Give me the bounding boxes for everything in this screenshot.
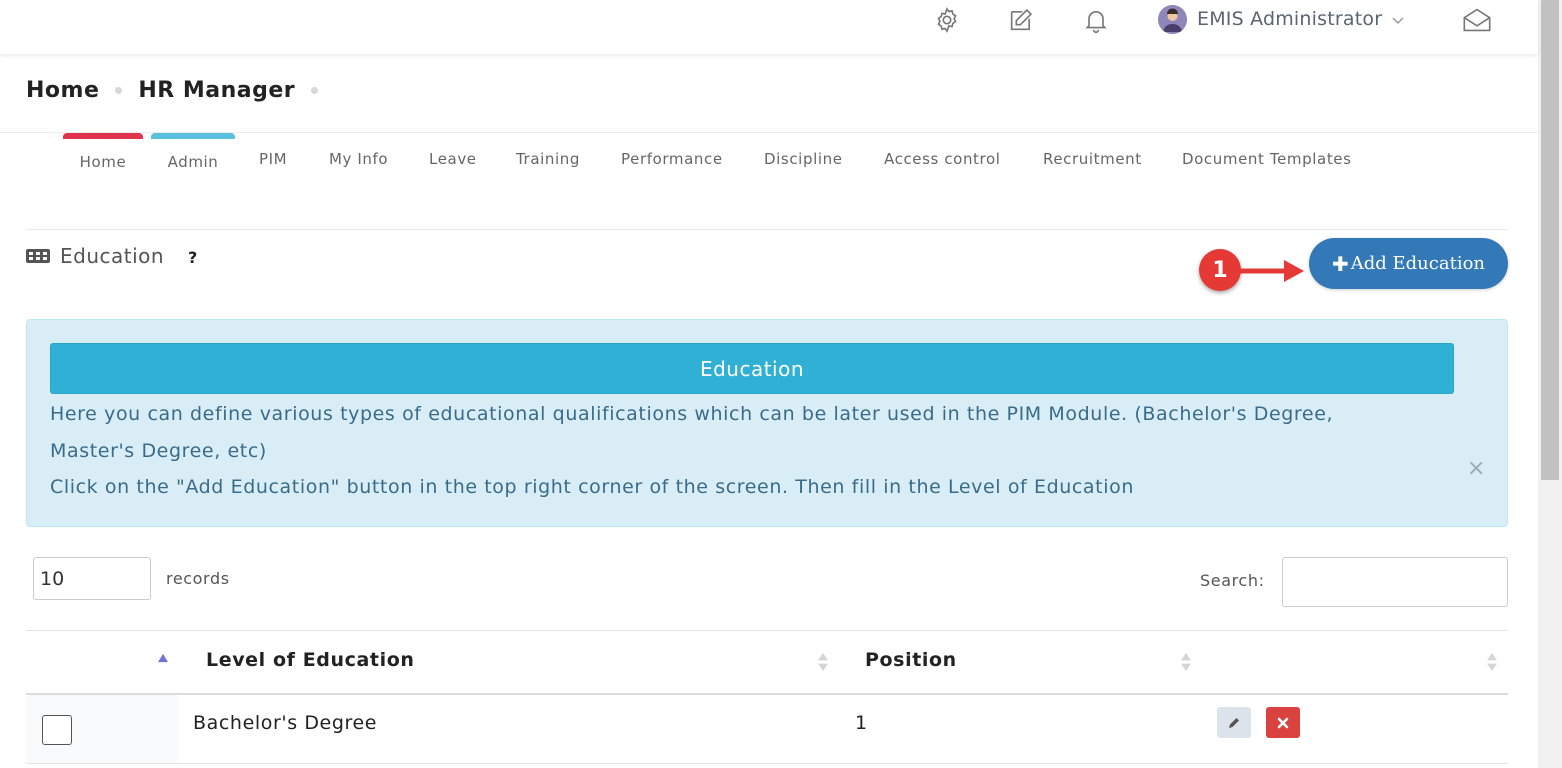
top-navbar: EMIS Administrator xyxy=(0,0,1538,54)
tab-accent-bar xyxy=(151,133,235,139)
sort-asc-icon[interactable] xyxy=(158,653,168,663)
info-heading: Education xyxy=(50,343,1454,394)
close-icon[interactable]: × xyxy=(1467,456,1485,481)
tab-leave[interactable]: Leave xyxy=(429,133,477,168)
user-name: EMIS Administrator xyxy=(1197,8,1383,30)
tab-label: Home xyxy=(79,153,127,171)
pencil-icon xyxy=(1229,717,1239,728)
avatar xyxy=(1158,4,1187,34)
module-tabs: Home Admin PIM My Info Leave Training Pe… xyxy=(0,133,1538,173)
tab-performance[interactable]: Performance xyxy=(621,133,723,168)
bell-icon[interactable] xyxy=(1082,6,1110,34)
tab-accent-bar xyxy=(63,133,143,139)
search-label: Search: xyxy=(1200,571,1265,590)
tab-pim[interactable]: PIM xyxy=(259,133,287,168)
info-panel: Education Here you can define various ty… xyxy=(26,319,1508,527)
help-icon[interactable]: ? xyxy=(188,248,197,267)
edit-button[interactable] xyxy=(1217,707,1251,738)
info-line: Master's Degree, etc) xyxy=(50,439,267,462)
divider xyxy=(26,229,1508,230)
tab-admin[interactable]: Admin xyxy=(151,133,235,171)
sort-icon[interactable] xyxy=(818,651,828,673)
gear-icon[interactable] xyxy=(933,6,961,34)
plus-icon: ✚ xyxy=(1331,251,1349,276)
tab-recruitment[interactable]: Recruitment xyxy=(1043,133,1142,168)
page-scrollbar[interactable] xyxy=(1538,0,1562,768)
scrollbar-thumb[interactable] xyxy=(1541,0,1559,480)
tab-document-templates[interactable]: Document Templates xyxy=(1182,133,1352,168)
page-length-input[interactable] xyxy=(33,557,151,600)
breadcrumb-separator xyxy=(311,87,319,94)
add-education-label: Add Education xyxy=(1350,253,1486,274)
table-row: Bachelor's Degree 1 xyxy=(26,695,1508,764)
tab-discipline[interactable]: Discipline xyxy=(764,133,843,168)
info-line: Click on the "Add Education" button in t… xyxy=(50,476,1134,498)
breadcrumb-hr-manager[interactable]: HR Manager xyxy=(138,78,295,103)
tab-label: Admin xyxy=(167,153,219,171)
breadcrumb-home[interactable]: Home xyxy=(26,78,99,103)
column-header-level[interactable]: Level of Education xyxy=(206,649,415,671)
close-icon xyxy=(1277,717,1289,728)
envelope-icon[interactable] xyxy=(1462,6,1491,34)
user-menu[interactable]: EMIS Administrator xyxy=(1158,4,1404,34)
add-education-button[interactable]: ✚ Add Education xyxy=(1309,238,1508,289)
tab-training[interactable]: Training xyxy=(516,133,580,168)
delete-button[interactable] xyxy=(1266,707,1300,738)
records-label: records xyxy=(166,569,230,588)
tab-home[interactable]: Home xyxy=(63,133,143,171)
edit-icon[interactable] xyxy=(1007,6,1035,34)
education-table: Level of Education Position Bachelor's D… xyxy=(26,630,1508,764)
step-callout: 1 xyxy=(1199,249,1241,291)
breadcrumb-separator xyxy=(115,87,123,94)
search-input[interactable] xyxy=(1282,557,1508,607)
info-line: Here you can define various types of edu… xyxy=(50,403,1334,425)
cell-level: Bachelor's Degree xyxy=(193,712,378,734)
sort-icon[interactable] xyxy=(1487,651,1497,673)
table-header: Level of Education Position xyxy=(26,630,1508,695)
tab-my-info[interactable]: My Info xyxy=(329,133,388,168)
table-icon xyxy=(26,249,50,263)
row-checkbox[interactable] xyxy=(42,715,72,745)
sort-icon[interactable] xyxy=(1181,651,1191,673)
section-header: Education xyxy=(26,244,164,268)
tab-access-control[interactable]: Access control xyxy=(884,133,1001,168)
row-select-cell xyxy=(26,695,178,763)
breadcrumb: Home HR Manager xyxy=(26,78,334,103)
section-title: Education xyxy=(60,244,165,268)
info-text: Here you can define various types of edu… xyxy=(50,396,1450,506)
callout-arrow-icon xyxy=(1236,260,1304,282)
chevron-down-icon xyxy=(1392,10,1404,29)
column-header-position[interactable]: Position xyxy=(865,649,957,671)
cell-position: 1 xyxy=(855,712,868,734)
